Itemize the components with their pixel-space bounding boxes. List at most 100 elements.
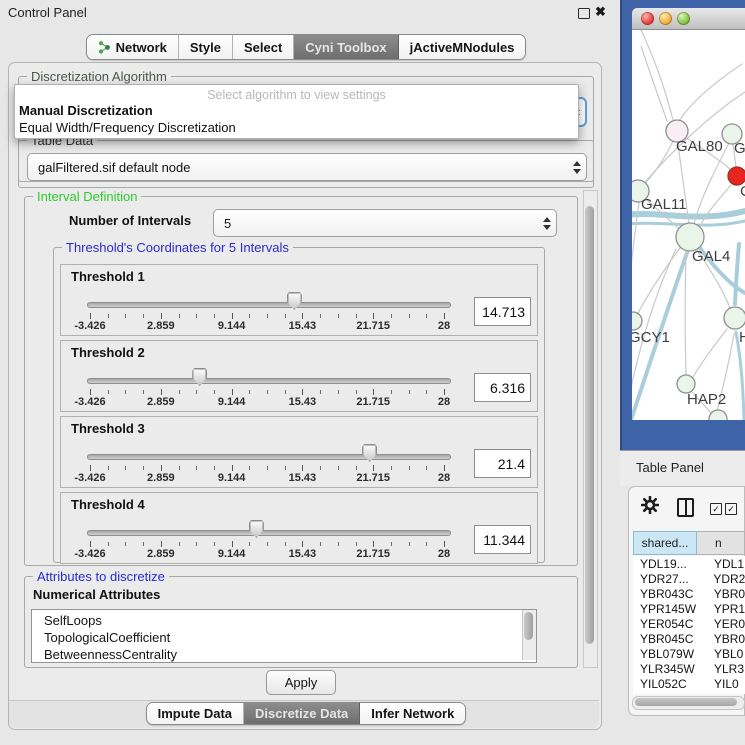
- column-header-name[interactable]: n: [697, 531, 745, 555]
- attribute-list-item[interactable]: SelfLoops: [32, 612, 536, 629]
- thresholds-group-title: Threshold's Coordinates for 5 Intervals: [62, 240, 293, 255]
- tab-jactivemnodules[interactable]: jActiveMNodules: [399, 35, 526, 59]
- minor-tick: [320, 542, 321, 546]
- tab-style[interactable]: Style: [179, 35, 233, 59]
- tab-label: jActiveMNodules: [410, 40, 515, 55]
- bottom-tab-infer-network[interactable]: Infer Network: [360, 703, 465, 724]
- minor-tick: [285, 466, 286, 470]
- number-of-intervals-combobox[interactable]: 5: [213, 209, 557, 237]
- network-node-label: GAL80: [676, 138, 723, 155]
- zoom-traffic-light-icon[interactable]: [677, 12, 690, 25]
- bottom-tab-impute-data[interactable]: Impute Data: [147, 703, 244, 724]
- algorithm-option-manual[interactable]: Manual Discretization: [19, 103, 153, 118]
- attributes-group: Attributes to discretize Numerical Attri…: [24, 576, 578, 668]
- numerical-attributes-list[interactable]: SelfLoopsTopologicalCoefficientBetweenne…: [31, 609, 537, 663]
- tab-label: Infer Network: [371, 706, 454, 721]
- table-data-combobox[interactable]: galFiltered.sif default node: [27, 153, 587, 181]
- float-window-icon[interactable]: [578, 8, 590, 19]
- attribute-list-item[interactable]: TopologicalCoefficient: [32, 629, 536, 646]
- threshold-slider-track[interactable]: [87, 302, 451, 308]
- minor-tick: [196, 390, 197, 394]
- threshold-slider-track[interactable]: [87, 530, 451, 536]
- network-node[interactable]: [632, 312, 642, 330]
- attributes-list-scrollbar-thumb[interactable]: [524, 612, 533, 640]
- cell-name: YDL1: [705, 557, 744, 571]
- tab-network[interactable]: Network: [87, 35, 179, 59]
- table-row[interactable]: YIL052CYIL0: [633, 676, 745, 691]
- minor-tick: [125, 466, 126, 470]
- major-tick: [302, 541, 303, 547]
- column-checkbox-icon[interactable]: ✓: [710, 503, 722, 515]
- minor-tick: [143, 466, 144, 470]
- bottom-tab-discretize-data[interactable]: Discretize Data: [244, 703, 360, 724]
- split-columns-icon[interactable]: [677, 498, 694, 517]
- minor-tick: [179, 466, 180, 470]
- major-tick: [444, 465, 445, 471]
- major-tick: [444, 313, 445, 319]
- table-row[interactable]: YDL19...YDL1: [633, 556, 745, 571]
- interval-definition-group: Interval Definition Number of Intervals …: [24, 196, 578, 566]
- column-checkbox-icon[interactable]: ✓: [725, 503, 737, 515]
- cell-shared-name: YBR043C: [633, 587, 705, 601]
- close-icon[interactable]: ✖: [595, 4, 606, 20]
- tick-label: 9.144: [218, 320, 246, 332]
- table-row[interactable]: YLR345WYLR3: [633, 661, 745, 676]
- network-node[interactable]: [709, 410, 727, 420]
- table-row[interactable]: YDR27...YDR2: [633, 571, 745, 586]
- settings-vertical-scrollbar[interactable]: [583, 190, 598, 668]
- minor-tick: [285, 542, 286, 546]
- network-edge: [632, 202, 639, 313]
- major-tick: [161, 313, 162, 319]
- bottom-tab-group: Impute DataDiscretize Data Infer Network: [146, 702, 467, 725]
- close-traffic-light-icon[interactable]: [641, 12, 654, 25]
- attributes-list-scrollbar[interactable]: [522, 610, 536, 660]
- network-node[interactable]: [724, 307, 745, 329]
- table-horizontal-scrollbar[interactable]: [632, 696, 745, 710]
- attribute-list-item[interactable]: BetweennessCentrality: [32, 646, 536, 663]
- threshold-slider-track[interactable]: [87, 454, 451, 460]
- threshold-3-value-input[interactable]: [474, 449, 531, 478]
- network-graph: GAL80GACGAL11GAL4GCY1HHAP2: [632, 30, 745, 420]
- combo-stepper-icon: [538, 217, 556, 230]
- major-tick: [232, 541, 233, 547]
- cell-name: YLR3: [705, 662, 744, 676]
- cell-name: YBR0: [705, 632, 745, 646]
- network-node-label: H: [739, 329, 745, 346]
- minor-tick: [249, 390, 250, 394]
- major-tick: [161, 389, 162, 395]
- network-canvas[interactable]: GAL80GACGAL11GAL4GCY1HHAP2: [632, 30, 745, 420]
- minor-tick: [391, 314, 392, 318]
- table-row[interactable]: YER054CYER0: [633, 616, 745, 631]
- minor-tick: [214, 390, 215, 394]
- threshold-4-value-input[interactable]: [474, 525, 531, 554]
- settings-gear-icon[interactable]: [641, 496, 659, 514]
- threshold-slider-track[interactable]: [87, 378, 451, 384]
- network-window-titlebar[interactable]: [632, 8, 745, 30]
- tab-select[interactable]: Select: [233, 35, 294, 59]
- table-row[interactable]: YBR043CYBR0: [633, 586, 745, 601]
- threshold-2-value-input[interactable]: [474, 373, 531, 402]
- cell-shared-name: YER054C: [633, 617, 705, 631]
- number-of-intervals-label: Number of Intervals: [69, 213, 191, 228]
- minor-tick: [356, 390, 357, 394]
- network-node[interactable]: [676, 223, 704, 251]
- network-edge: [641, 30, 673, 120]
- minor-tick: [196, 466, 197, 470]
- table-horizontal-scrollbar-thumb[interactable]: [635, 698, 737, 706]
- apply-button[interactable]: Apply: [266, 670, 336, 695]
- major-tick: [232, 313, 233, 319]
- minor-tick: [143, 314, 144, 318]
- settings-vertical-scrollbar-thumb[interactable]: [585, 206, 594, 644]
- control-panel-title: Control Panel: [8, 5, 87, 20]
- column-header-shared-name[interactable]: shared...: [633, 531, 697, 555]
- minimize-traffic-light-icon[interactable]: [659, 12, 672, 25]
- tick-label: 28: [438, 472, 450, 484]
- table-row[interactable]: YBR045CYBR0: [633, 631, 745, 646]
- threshold-1-value-input[interactable]: [474, 297, 531, 326]
- minor-tick: [426, 314, 427, 318]
- algorithm-option-equal-width[interactable]: Equal Width/Frequency Discretization: [19, 120, 236, 135]
- major-tick: [161, 541, 162, 547]
- table-row[interactable]: YPR145WYPR1: [633, 601, 745, 616]
- table-row[interactable]: YBL079WYBL0: [633, 646, 745, 661]
- tab-cyni-toolbox[interactable]: Cyni Toolbox: [294, 35, 398, 59]
